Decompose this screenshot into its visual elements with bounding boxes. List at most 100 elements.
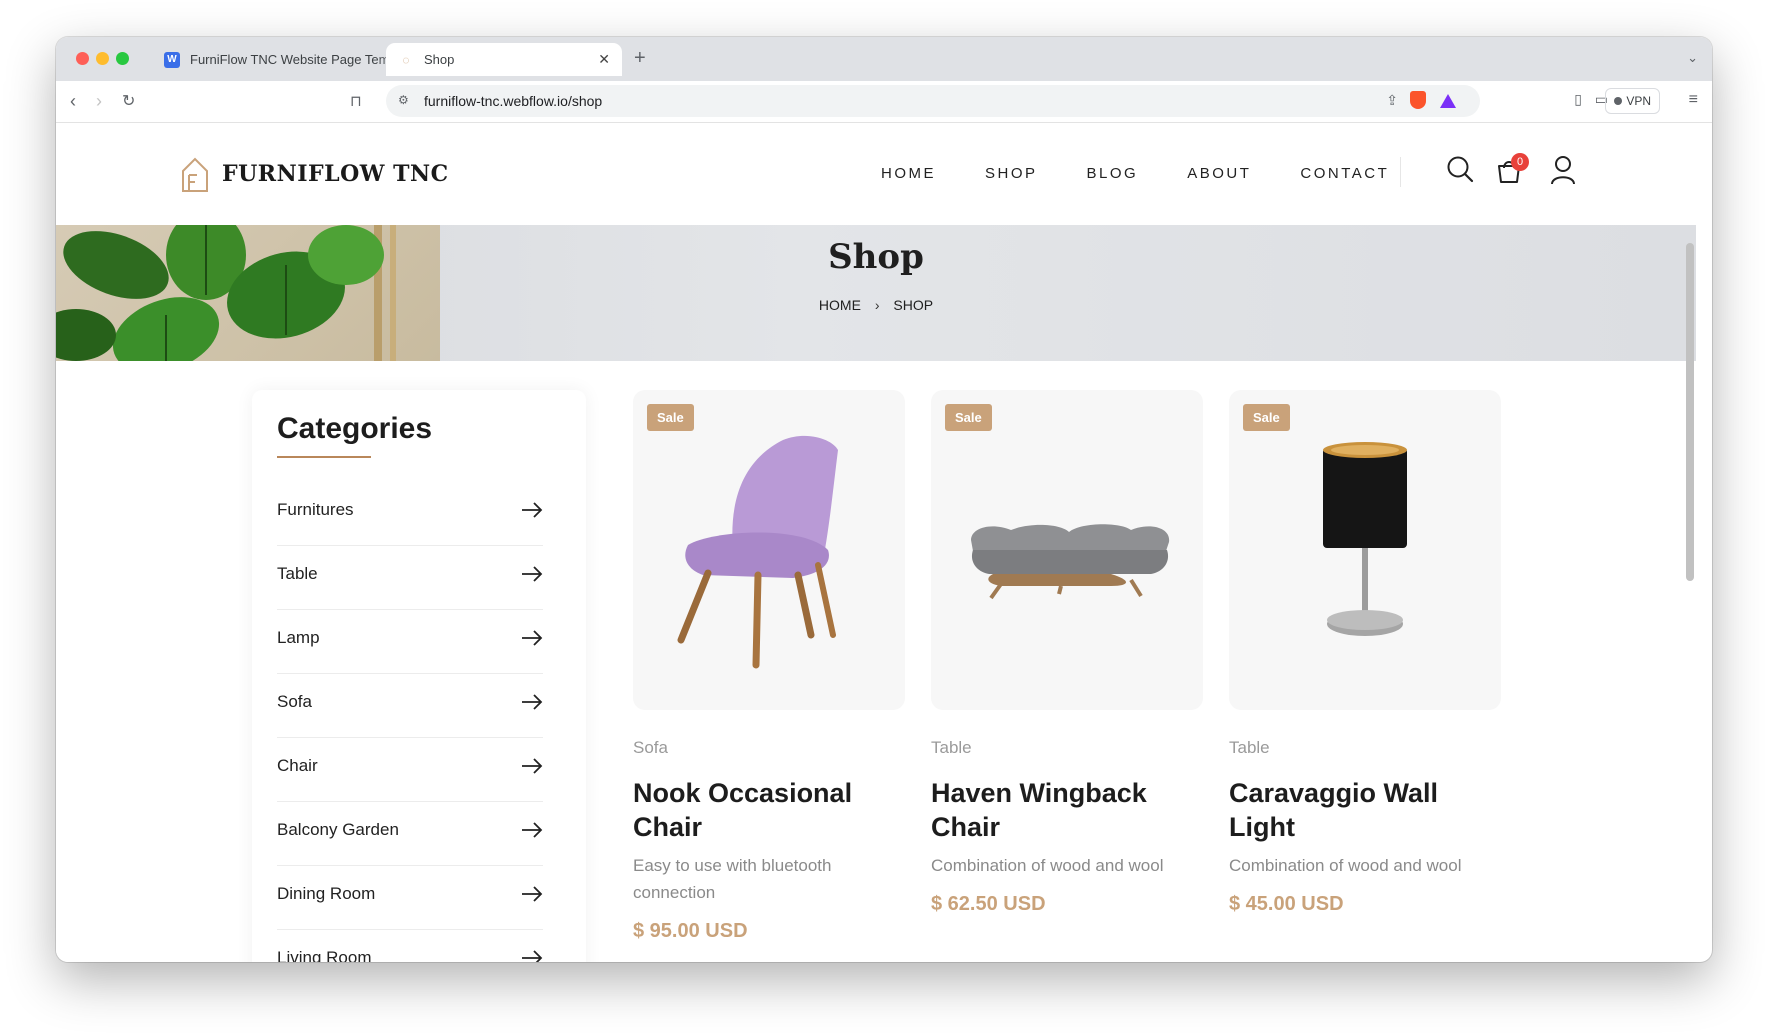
category-item-living-room[interactable]: Living Room <box>277 930 543 962</box>
sale-badge: Sale <box>1243 404 1290 431</box>
heading-underline <box>277 456 371 458</box>
address-bar[interactable]: ⊓ ⚙ furniflow-tnc.webflow.io/shop ⇪ <box>350 85 1480 117</box>
arrow-right-icon <box>522 629 543 646</box>
back-arrow-icon[interactable]: ‹ <box>70 91 76 112</box>
category-label: Living Room <box>277 947 372 963</box>
arrow-right-icon <box>522 757 543 774</box>
brave-rewards-icon[interactable] <box>1440 94 1456 108</box>
category-label: Balcony Garden <box>277 819 399 839</box>
category-item-lamp[interactable]: Lamp <box>277 610 543 674</box>
url-text[interactable]: furniflow-tnc.webflow.io/shop <box>424 93 602 109</box>
product-name[interactable]: Haven Wingback Chair <box>931 776 1203 844</box>
minimize-window-button[interactable] <box>96 52 109 65</box>
menu-icon[interactable]: ≡ <box>1689 91 1698 109</box>
zoom-window-button[interactable] <box>116 52 129 65</box>
arrow-right-icon <box>522 885 543 902</box>
tab-search-chevron-icon[interactable]: ⌄ <box>1687 50 1698 66</box>
sale-badge: Sale <box>945 404 992 431</box>
category-label: Dining Room <box>277 883 376 903</box>
sidebar-toggle-icon[interactable]: ▯ <box>1574 91 1582 108</box>
product-image[interactable]: Sale <box>931 390 1203 710</box>
arrow-right-icon <box>522 501 543 518</box>
arrow-right-icon <box>522 565 543 582</box>
tab-shop[interactable]: ◌ Shop ✕ <box>386 43 622 76</box>
loading-favicon-icon: ◌ <box>402 52 410 67</box>
category-label: Furnitures <box>277 499 354 519</box>
nav-divider <box>1400 157 1401 187</box>
tab-strip: W FurniFlow TNC Website Page Tem ◌ Shop … <box>56 37 1712 81</box>
category-item-chair[interactable]: Chair <box>277 738 543 802</box>
category-list: Furnitures Table Lamp Sofa Chair Balcony… <box>277 482 543 962</box>
arrow-right-icon <box>522 693 543 710</box>
nav-item-blog[interactable]: BLOG <box>1087 165 1139 182</box>
page-banner: Shop HOME › SHOP <box>56 225 1696 361</box>
browser-window: W FurniFlow TNC Website Page Tem ◌ Shop … <box>56 37 1712 962</box>
category-label: Chair <box>277 755 318 775</box>
product-price: $ 62.50 USD <box>931 893 1046 915</box>
new-tab-icon[interactable]: + <box>634 47 646 70</box>
breadcrumb-current: SHOP <box>893 297 934 313</box>
main-nav: HOME SHOP BLOG ABOUT CONTACT <box>881 165 1438 182</box>
category-item-furnitures[interactable]: Furnitures <box>277 482 543 546</box>
product-price: $ 95.00 USD <box>633 920 748 942</box>
nav-item-shop[interactable]: SHOP <box>985 165 1038 182</box>
vpn-label: VPN <box>1626 94 1651 108</box>
brave-shields-icon[interactable] <box>1410 91 1426 109</box>
product-description: Combination of wood and wool <box>1229 856 1462 875</box>
grey-sofa-image <box>971 524 1170 600</box>
breadcrumb-home-link[interactable]: HOME <box>819 297 861 313</box>
table-lamp-image <box>1323 442 1407 636</box>
chevron-right-icon: › <box>874 297 880 313</box>
product-card[interactable]: Sale Table Caravaggio Wall Light Combina… <box>1229 390 1501 916</box>
web-page: FURNIFLOW TNC HOME SHOP BLOG ABOUT CONTA… <box>56 123 1696 962</box>
close-tab-icon[interactable]: ✕ <box>598 51 610 68</box>
category-item-balcony-garden[interactable]: Balcony Garden <box>277 802 543 866</box>
category-label: Sofa <box>277 691 312 711</box>
category-item-dining-room[interactable]: Dining Room <box>277 866 543 930</box>
arrow-right-icon <box>522 949 543 962</box>
category-item-sofa[interactable]: Sofa <box>277 674 543 738</box>
cart-count-badge: 0 <box>1511 153 1529 171</box>
product-description: Combination of wood and wool <box>931 856 1164 875</box>
product-category: Table <box>1229 738 1270 757</box>
user-account-icon[interactable] <box>1550 155 1576 185</box>
product-description: Easy to use with bluetooth connection <box>633 856 832 902</box>
logo-text: FURNIFLOW TNC <box>222 161 449 187</box>
share-icon[interactable]: ⇪ <box>1386 92 1398 109</box>
product-name[interactable]: Caravaggio Wall Light <box>1229 776 1501 844</box>
arrow-right-icon <box>522 821 543 838</box>
site-info-icon[interactable]: ⚙ <box>398 93 409 107</box>
product-image[interactable]: Sale <box>1229 390 1501 710</box>
product-card[interactable]: Sale Sofa Nook Occasional Chair Easy to … <box>633 390 905 943</box>
sale-badge: Sale <box>647 404 694 431</box>
search-icon[interactable] <box>1446 155 1474 183</box>
category-label: Lamp <box>277 627 320 647</box>
breadcrumb: HOME › SHOP <box>56 297 1696 313</box>
site-logo[interactable]: FURNIFLOW TNC <box>180 155 449 193</box>
nav-item-home[interactable]: HOME <box>881 165 936 182</box>
product-category: Sofa <box>633 738 668 757</box>
bookmark-icon[interactable]: ⊓ <box>350 92 362 110</box>
nav-item-about[interactable]: ABOUT <box>1187 165 1251 182</box>
page-title: Shop <box>828 237 924 277</box>
categories-sidebar: Categories Furnitures Table Lamp Sofa Ch… <box>252 390 586 962</box>
house-logo-icon <box>182 157 208 192</box>
category-label: Table <box>277 563 318 583</box>
product-card[interactable]: Sale Table Haven Wingback Chair Combinat… <box>931 390 1203 916</box>
product-price: $ 45.00 USD <box>1229 893 1344 915</box>
reload-icon[interactable]: ↻ <box>122 91 135 111</box>
tab-title: Shop <box>424 52 455 67</box>
vpn-button[interactable]: VPN <box>1605 88 1660 114</box>
forward-arrow-icon[interactable]: › <box>96 91 102 112</box>
site-header: FURNIFLOW TNC HOME SHOP BLOG ABOUT CONTA… <box>56 123 1696 225</box>
product-name[interactable]: Nook Occasional Chair <box>633 776 905 844</box>
product-image[interactable]: Sale <box>633 390 905 710</box>
purple-chair-image <box>677 435 838 669</box>
category-item-table[interactable]: Table <box>277 546 543 610</box>
browser-toolbar: ‹ › ↻ ⊓ ⚙ furniflow-tnc.webflow.io/shop … <box>56 81 1712 123</box>
close-window-button[interactable] <box>76 52 89 65</box>
webflow-favicon-icon: W <box>164 51 180 68</box>
nav-item-contact[interactable]: CONTACT <box>1300 165 1389 182</box>
categories-heading: Categories <box>277 412 433 445</box>
page-scrollbar[interactable] <box>1686 243 1694 581</box>
